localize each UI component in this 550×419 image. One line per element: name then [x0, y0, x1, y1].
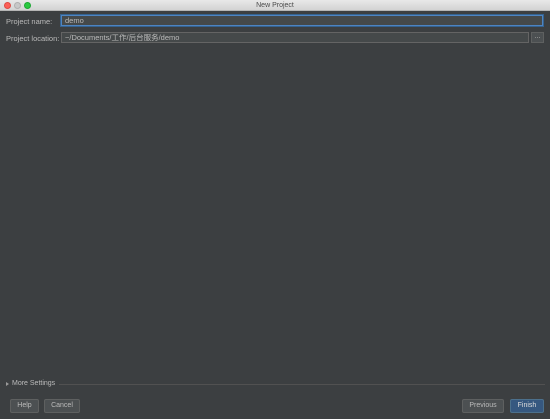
previous-button[interactable]: Previous — [462, 399, 504, 413]
project-name-label: Project name: — [6, 17, 53, 26]
title-bar[interactable]: New Project — [0, 0, 550, 11]
project-location-input[interactable]: ~/Documents/工作/后台服务/demo — [61, 32, 529, 43]
help-button[interactable]: Help — [10, 399, 39, 413]
expand-arrow-icon — [6, 381, 9, 386]
cancel-button[interactable]: Cancel — [44, 399, 80, 413]
new-project-dialog: New Project Project name: demo Project l… — [0, 0, 550, 419]
project-name-input[interactable]: demo — [61, 15, 543, 26]
more-settings-label: More Settings — [12, 380, 56, 387]
more-settings-toggle[interactable]: More Settings — [6, 379, 55, 388]
finish-button[interactable]: Finish — [510, 399, 544, 413]
project-location-label: Project location: — [6, 34, 60, 43]
browse-location-button[interactable]: ... — [531, 32, 544, 43]
window-title: New Project — [256, 2, 294, 9]
more-settings-divider — [59, 384, 545, 385]
